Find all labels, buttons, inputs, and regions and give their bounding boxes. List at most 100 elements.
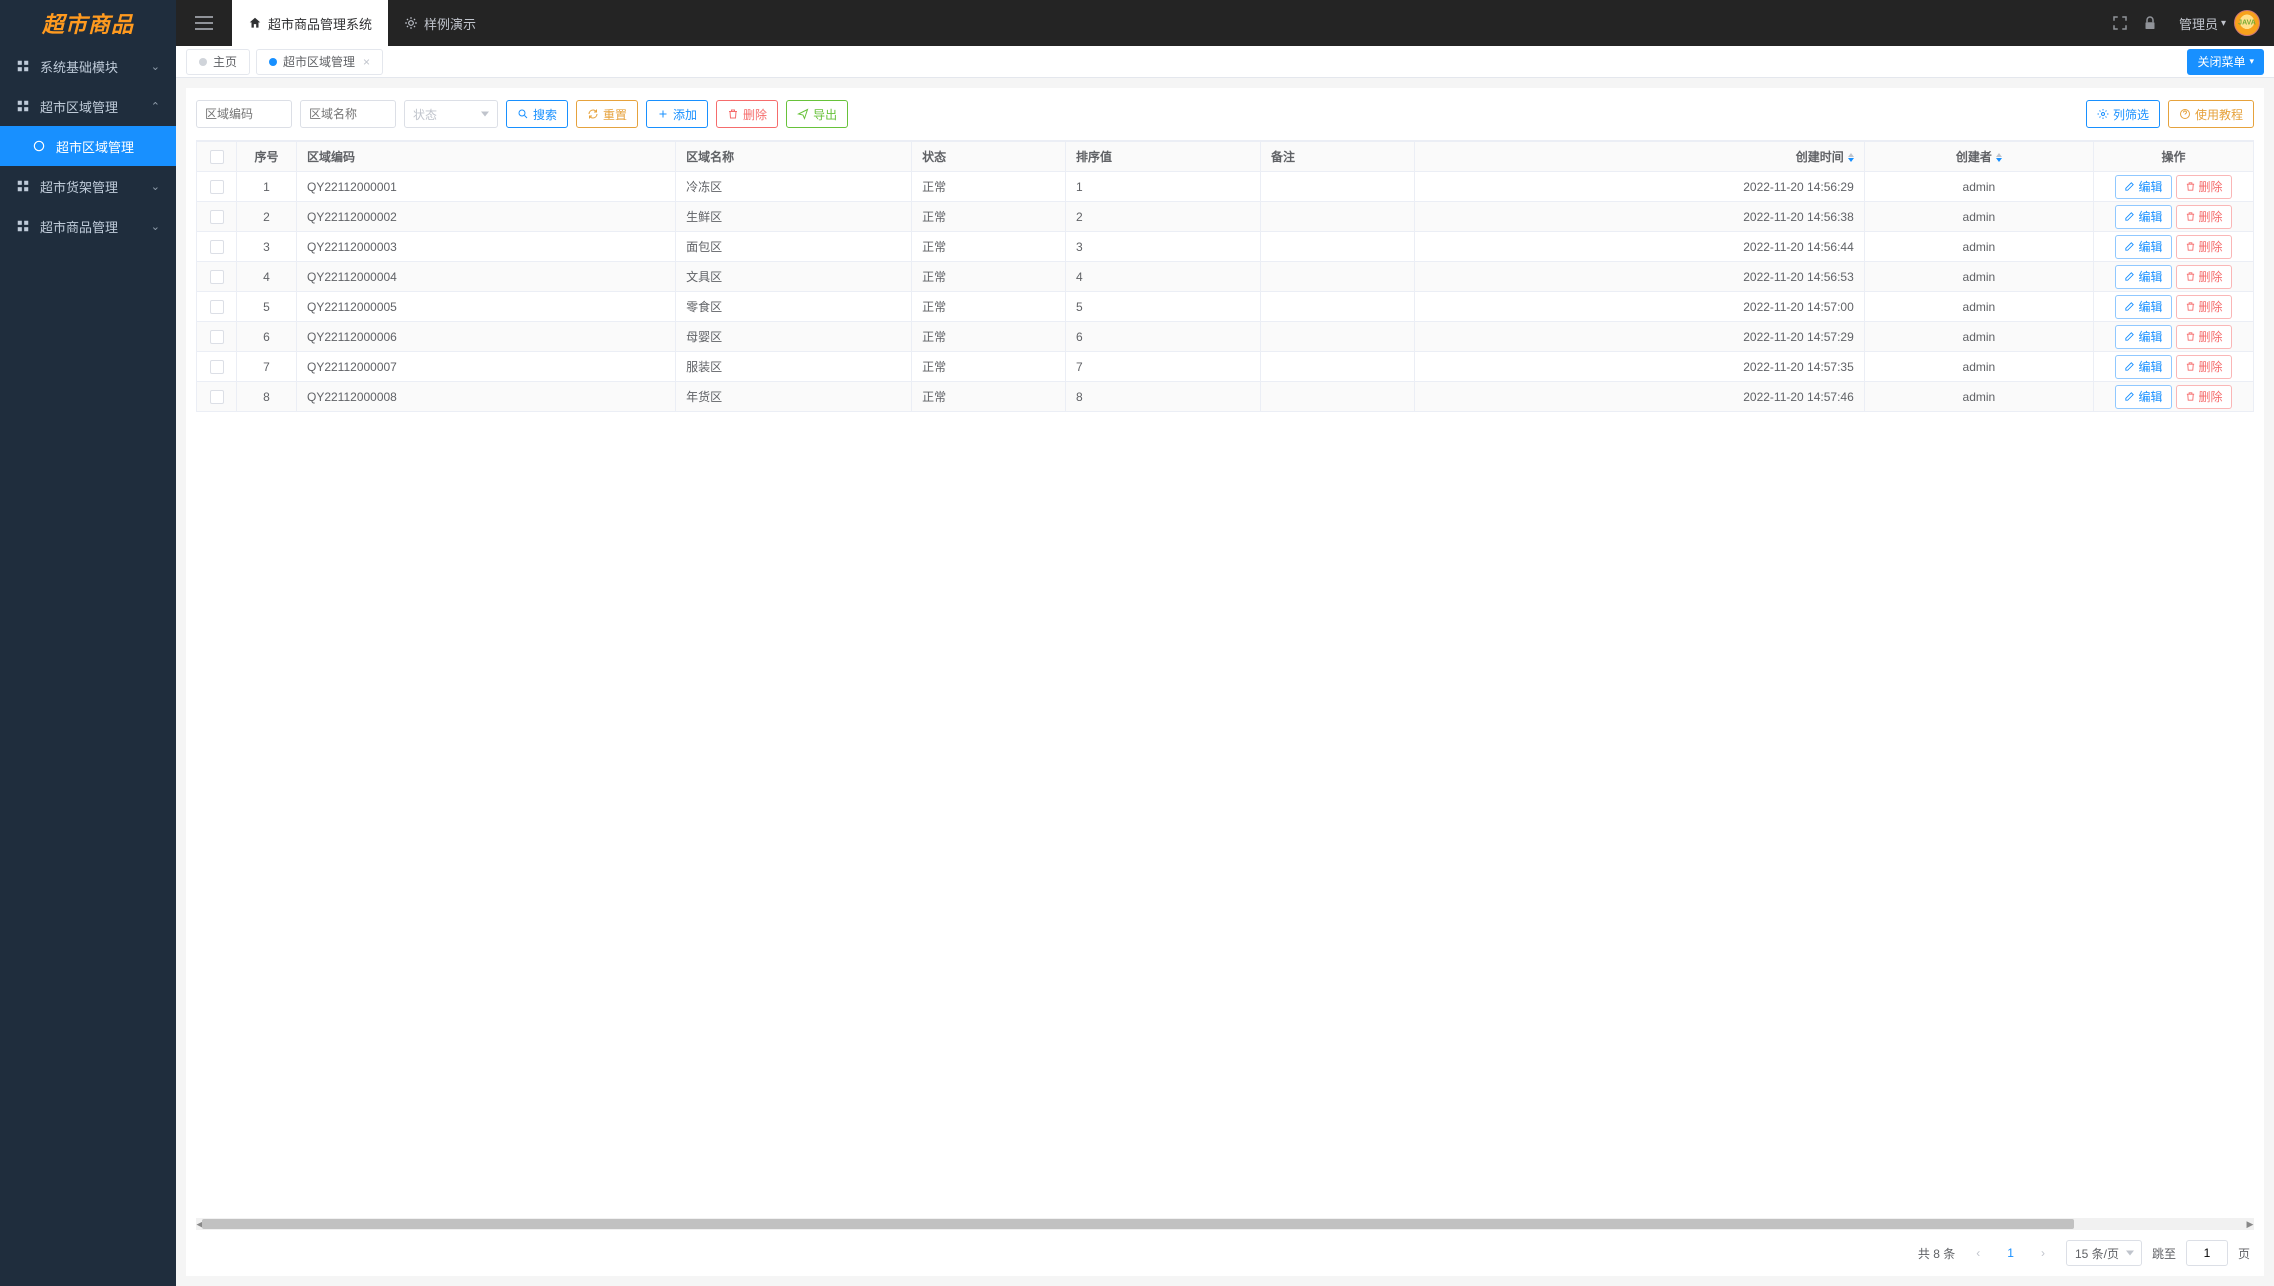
close-icon[interactable]: ×	[363, 55, 370, 69]
cell-name: 面包区	[676, 232, 912, 262]
home-icon	[248, 16, 262, 30]
row-edit-button[interactable]: 编辑	[2115, 295, 2171, 319]
row-checkbox[interactable]	[210, 240, 224, 254]
filter-code-input[interactable]	[196, 100, 292, 128]
cell-name: 母婴区	[676, 322, 912, 352]
row-delete-button[interactable]: 删除	[2176, 205, 2232, 229]
cell-sort: 5	[1066, 292, 1261, 322]
row-edit-button[interactable]: 编辑	[2115, 175, 2171, 199]
row-checkbox[interactable]	[210, 360, 224, 374]
th-create-time[interactable]: 创建时间	[1414, 142, 1864, 172]
delete-button[interactable]: 删除	[716, 100, 778, 128]
plus-icon	[657, 108, 669, 120]
sidebar-subitem-area-manage[interactable]: 超市区域管理	[0, 126, 176, 166]
trash-icon	[2185, 181, 2196, 192]
sidebar-item-shelf[interactable]: 超市货架管理 ⌄	[0, 166, 176, 206]
sidebar-item-goods[interactable]: 超市商品管理 ⌄	[0, 206, 176, 246]
row-delete-button[interactable]: 删除	[2176, 235, 2232, 259]
cell-status: 正常	[912, 202, 1066, 232]
th-checkbox	[197, 142, 237, 172]
top-tab-system[interactable]: 超市商品管理系统	[232, 0, 388, 46]
page-size-select[interactable]: 15 条/页	[2066, 1240, 2142, 1266]
horizontal-scrollbar[interactable]: ◀ ▶	[196, 1218, 2254, 1230]
cell-seq: 4	[237, 262, 297, 292]
search-button[interactable]: 搜索	[506, 100, 568, 128]
fullscreen-icon[interactable]	[2111, 14, 2129, 32]
data-table: 序号 区域编码 区域名称 状态 排序值 备注 创建时间 创建者 操作	[196, 141, 2254, 412]
column-filter-button[interactable]: 列筛选	[2086, 100, 2160, 128]
th-status: 状态	[912, 142, 1066, 172]
row-edit-button[interactable]: 编辑	[2115, 205, 2171, 229]
pager-prev[interactable]: ‹	[1965, 1240, 1991, 1266]
cell-name: 冷冻区	[676, 172, 912, 202]
row-checkbox[interactable]	[210, 270, 224, 284]
cell-code: QY22112000002	[297, 202, 676, 232]
export-button[interactable]: 导出	[786, 100, 848, 128]
row-checkbox[interactable]	[210, 390, 224, 404]
user-menu[interactable]: 管理员 ▾	[2179, 10, 2260, 36]
trash-icon	[2185, 331, 2196, 342]
row-checkbox[interactable]	[210, 180, 224, 194]
pager-jump-input[interactable]	[2186, 1240, 2228, 1266]
add-button[interactable]: 添加	[646, 100, 708, 128]
cell-creator: admin	[1864, 292, 2093, 322]
row-edit-button[interactable]: 编辑	[2115, 265, 2171, 289]
hamburger-toggle[interactable]	[176, 0, 232, 46]
row-checkbox[interactable]	[210, 210, 224, 224]
table-row: 2QY22112000002生鲜区正常22022-11-20 14:56:38a…	[197, 202, 2254, 232]
scrollbar-thumb[interactable]	[202, 1219, 2074, 1229]
tutorial-button[interactable]: 使用教程	[2168, 100, 2254, 128]
table-wrap[interactable]: 序号 区域编码 区域名称 状态 排序值 备注 创建时间 创建者 操作	[196, 140, 2254, 1216]
row-checkbox[interactable]	[210, 300, 224, 314]
reset-button[interactable]: 重置	[576, 100, 638, 128]
top-tab-label: 超市商品管理系统	[268, 14, 372, 33]
edit-icon	[2124, 331, 2135, 342]
row-edit-button[interactable]: 编辑	[2115, 385, 2171, 409]
row-edit-button[interactable]: 编辑	[2115, 235, 2171, 259]
cell-status: 正常	[912, 352, 1066, 382]
row-edit-button[interactable]: 编辑	[2115, 355, 2171, 379]
top-tab-demo[interactable]: 样例演示	[388, 0, 492, 46]
checkbox-all[interactable]	[210, 150, 224, 164]
cell-status: 正常	[912, 382, 1066, 412]
cell-creator: admin	[1864, 232, 2093, 262]
sidebar-item-area[interactable]: 超市区域管理 ⌃	[0, 86, 176, 126]
row-delete-button[interactable]: 删除	[2176, 325, 2232, 349]
page-tab-home[interactable]: 主页	[186, 49, 250, 75]
table-row: 4QY22112000004文具区正常42022-11-20 14:56:53a…	[197, 262, 2254, 292]
row-delete-button[interactable]: 删除	[2176, 295, 2232, 319]
filter-name-input[interactable]	[300, 100, 396, 128]
close-menu-button[interactable]: 关闭菜单 ▾	[2187, 49, 2264, 75]
row-delete-button[interactable]: 删除	[2176, 385, 2232, 409]
topbar: 超市商品管理系统 样例演示 管理员 ▾	[176, 0, 2274, 46]
filter-status-select[interactable]: 状态	[404, 100, 498, 128]
chevron-down-icon: ⌄	[151, 60, 160, 73]
sidebar-menu: 系统基础模块 ⌄ 超市区域管理 ⌃ 超市区域管理 超市货架管理 ⌄ 超市商品管理…	[0, 46, 176, 1286]
sidebar-item-label: 超市货架管理	[40, 177, 151, 196]
row-delete-button[interactable]: 删除	[2176, 355, 2232, 379]
row-delete-button[interactable]: 删除	[2176, 175, 2232, 199]
th-seq: 序号	[237, 142, 297, 172]
table-row: 7QY22112000007服装区正常72022-11-20 14:57:35a…	[197, 352, 2254, 382]
lock-icon[interactable]	[2141, 14, 2159, 32]
row-delete-button[interactable]: 删除	[2176, 265, 2232, 289]
sidebar-item-system[interactable]: 系统基础模块 ⌄	[0, 46, 176, 86]
page-tab-area[interactable]: 超市区域管理 ×	[256, 49, 383, 75]
row-edit-button[interactable]: 编辑	[2115, 325, 2171, 349]
pager-page-1[interactable]: 1	[2001, 1246, 2020, 1260]
cell-seq: 3	[237, 232, 297, 262]
cell-remark	[1261, 232, 1415, 262]
scroll-right-icon[interactable]: ▶	[2244, 1218, 2256, 1230]
sidebar-subitem-label: 超市区域管理	[56, 137, 134, 156]
cell-code: QY22112000008	[297, 382, 676, 412]
th-code: 区域编码	[297, 142, 676, 172]
pager-next[interactable]: ›	[2030, 1240, 2056, 1266]
th-name: 区域名称	[676, 142, 912, 172]
cell-seq: 8	[237, 382, 297, 412]
cell-code: QY22112000005	[297, 292, 676, 322]
cell-creator: admin	[1864, 172, 2093, 202]
caret-down-icon: ▾	[2221, 18, 2226, 29]
trash-icon	[2185, 301, 2196, 312]
th-creator[interactable]: 创建者	[1864, 142, 2093, 172]
row-checkbox[interactable]	[210, 330, 224, 344]
